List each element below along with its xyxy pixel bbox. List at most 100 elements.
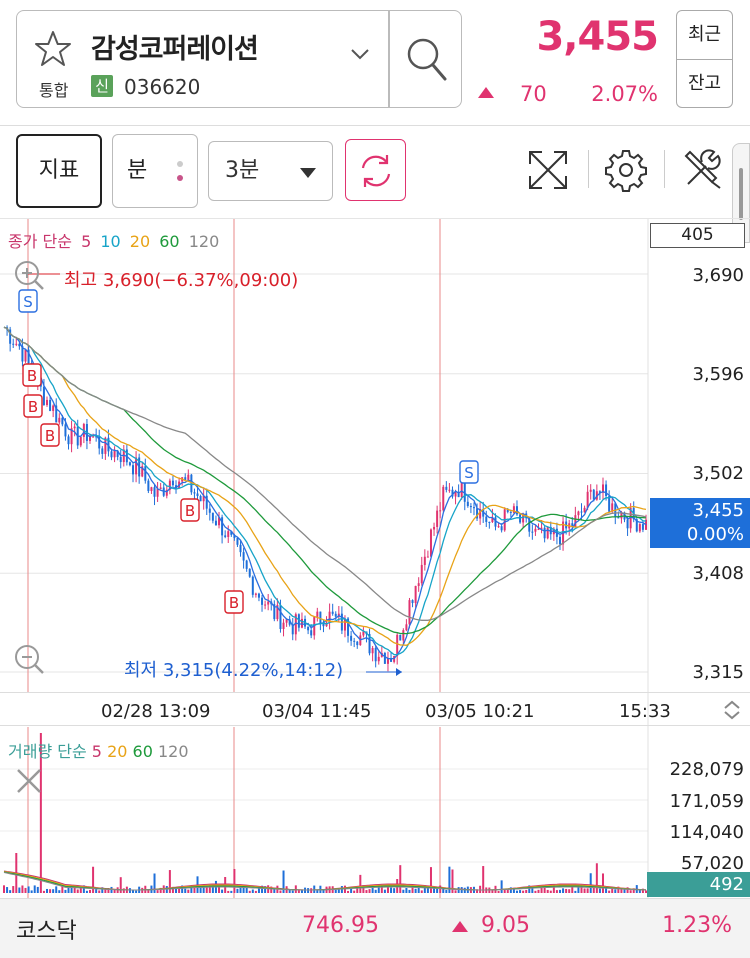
candle (383, 652, 386, 664)
candle (546, 526, 549, 539)
minute-unit-label: 분 (127, 158, 148, 183)
candle (248, 568, 251, 577)
candle (414, 585, 417, 604)
new-listing-badge: 신 (91, 75, 113, 97)
volume-bar (359, 874, 362, 893)
time-tick: 03/04 11:45 (262, 701, 372, 722)
candle (15, 343, 18, 345)
time-axis: 02/28 13:09 03/04 11:45 03/05 10:21 15:3… (0, 692, 750, 726)
candle (184, 477, 187, 480)
refresh-button[interactable] (345, 139, 406, 201)
ma10-label: 10 (100, 232, 121, 251)
volume-bar (132, 890, 135, 893)
toolbar-divider (588, 150, 589, 188)
candle (488, 521, 491, 523)
volume-bar (242, 887, 245, 893)
volume-bar (405, 888, 408, 893)
volume-bar (21, 885, 24, 893)
candle (417, 583, 420, 586)
volume-y-tick: 228,079 (669, 759, 744, 780)
volume-bar (515, 890, 518, 893)
recent-button[interactable]: 최근 (677, 11, 732, 59)
candle (334, 613, 337, 617)
stock-selector[interactable]: 감성코퍼레이션 통합 신 036620 (16, 10, 462, 108)
buy-signal: B (40, 423, 60, 447)
signal-flag-label: B (45, 427, 55, 445)
indicator-button[interactable]: 지표 (16, 134, 102, 208)
balance-button[interactable]: 잔고 (677, 59, 732, 107)
candle (46, 399, 49, 405)
volume-bar (402, 889, 405, 893)
volume-bar (577, 887, 580, 893)
volume-bar (61, 886, 64, 893)
volume-bar (49, 889, 52, 893)
volume-bar (98, 890, 101, 893)
candle (211, 512, 214, 521)
candle (193, 492, 196, 494)
volume-bar (313, 885, 316, 893)
price-volume-chart[interactable]: SBBBBBS (0, 219, 750, 898)
volume-y-tick: 114,040 (669, 822, 744, 843)
pane-resize-icon[interactable] (721, 699, 743, 721)
candle (49, 399, 52, 411)
candle (408, 600, 411, 625)
ma10-line (3, 326, 647, 656)
volume-bar (479, 885, 482, 893)
fullscreen-icon[interactable] (526, 148, 570, 192)
price-change: 70 (520, 82, 547, 106)
market-index-bar[interactable]: 코스닥 746.95 9.05 1.23% (0, 898, 750, 958)
low-marker-arrow (396, 668, 402, 676)
candle (319, 611, 322, 624)
index-change: 9.05 (481, 913, 530, 938)
tools-icon[interactable] (682, 148, 726, 192)
signal-flag-label: S (464, 464, 474, 482)
volume-bar (3, 885, 5, 893)
volume-bar (236, 888, 239, 893)
price-legend-prefix: 종가 단순 (8, 232, 72, 251)
candle (543, 527, 546, 539)
favorite-star-icon[interactable] (33, 29, 73, 69)
candle (454, 492, 457, 497)
close-icon[interactable] (14, 766, 44, 796)
sell-signal: S (18, 289, 38, 313)
stock-name[interactable]: 감성코퍼레이션 (91, 27, 259, 66)
volume-bar (571, 886, 574, 893)
signal-flag-label: B (28, 398, 38, 416)
volume-bar (239, 887, 242, 893)
volume-bar (135, 890, 138, 893)
more-dots-icon (177, 161, 183, 189)
signal-flag-label: B (185, 502, 195, 520)
zoom-out-icon[interactable] (12, 642, 46, 676)
candle (12, 343, 15, 345)
chevron-down-icon[interactable] (350, 47, 370, 61)
y-tick: 3,408 (692, 563, 744, 584)
volume-bar (629, 890, 632, 893)
search-button[interactable] (390, 11, 462, 107)
low-price-label: 최저 3,315(4.22%,14:12) (124, 660, 344, 681)
volume-bar (42, 890, 45, 893)
candle (500, 526, 503, 531)
volume-y-tick: 57,020 (681, 853, 744, 874)
volume-bar (187, 889, 190, 893)
buy-signal: B (23, 394, 43, 418)
sell-signal: S (459, 460, 479, 484)
minute-unit-button[interactable]: 분 (112, 134, 198, 208)
buy-signal: B (180, 498, 200, 522)
y-tick: 3,315 (692, 662, 744, 683)
volume-bar (558, 889, 561, 893)
interval-value: 3분 (225, 158, 260, 183)
interval-select[interactable]: 3분 (208, 141, 333, 201)
candle (307, 626, 310, 631)
candle (638, 524, 641, 532)
y-tick: 3,596 (692, 364, 744, 385)
volume-bar (497, 890, 500, 893)
volume-bar (52, 889, 55, 893)
candle (534, 528, 537, 532)
settings-icon[interactable] (604, 148, 648, 192)
toolbar-divider (664, 150, 665, 188)
candle (641, 524, 644, 530)
volume-bar (429, 867, 432, 893)
zoom-in-icon[interactable] (12, 258, 46, 292)
volume-bar (608, 890, 611, 893)
volume-bar (79, 888, 82, 893)
